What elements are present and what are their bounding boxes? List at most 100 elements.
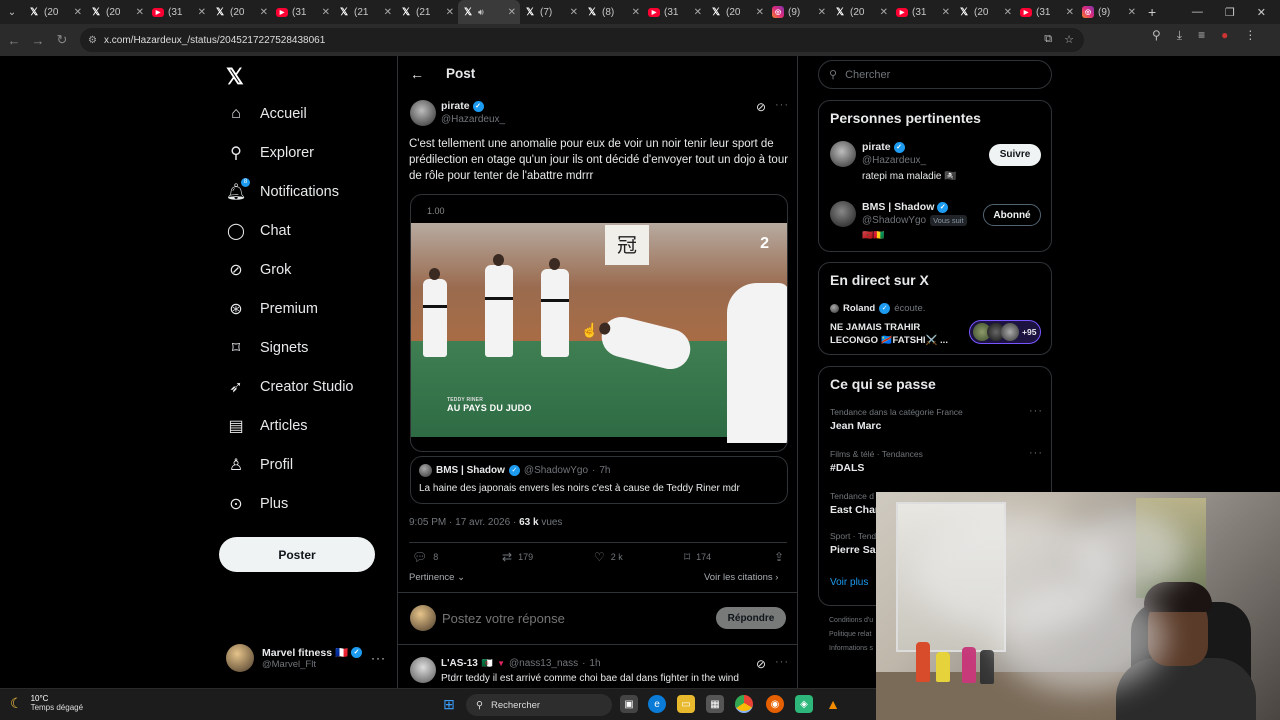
footer-link[interactable]: Informations s xyxy=(829,642,873,656)
author-name[interactable]: pirate xyxy=(441,100,470,112)
browser-tab[interactable]: 𝕏 🔊︎ ✕ xyxy=(458,0,520,24)
reload-icon[interactable]: ↻ xyxy=(50,32,74,48)
repost-button[interactable]: ⇄ 179 xyxy=(502,550,594,564)
weather-widget[interactable]: ☾ 10°C Temps dégagé xyxy=(10,694,83,712)
vlc-icon[interactable]: ▲ xyxy=(824,695,842,713)
browser-tab[interactable]: 𝕏 (21 ✕ xyxy=(334,0,396,24)
space-title[interactable]: NE JAMAIS TRAHIR LECONGO 🇨🇩FATSHI⚔️ ... xyxy=(830,321,962,347)
tab-close-icon[interactable]: ✕ xyxy=(1066,7,1074,18)
tab-list-button[interactable]: ⌄ xyxy=(0,0,24,24)
browser-tab[interactable]: 𝕏 (8) ✕ xyxy=(582,0,644,24)
share-button[interactable]: ⇪ xyxy=(774,550,784,564)
nav-item-creator-studio[interactable]: ➶ Creator Studio xyxy=(226,377,353,397)
browser-tab[interactable]: ▶ (31 ✕ xyxy=(148,0,210,24)
tab-close-icon[interactable]: ✕ xyxy=(1128,7,1136,18)
quotes-link[interactable]: Voir les citations › xyxy=(704,572,778,583)
bookmark-button[interactable]: ⌑ 174 xyxy=(684,550,774,564)
trend-more-icon[interactable]: ··· xyxy=(1029,405,1043,417)
tab-close-icon[interactable]: ✕ xyxy=(880,7,888,18)
back-arrow-icon[interactable]: ← xyxy=(410,66,424,82)
tab-close-icon[interactable]: ✕ xyxy=(74,7,82,18)
browser-tab[interactable]: ▶ (31 ✕ xyxy=(1016,0,1078,24)
firefox-icon[interactable]: ◉ xyxy=(766,695,784,713)
reply-button[interactable]: 💬︎ 8 xyxy=(412,550,502,564)
edge-icon[interactable]: e xyxy=(648,695,666,713)
nav-item-accueil[interactable]: ⌂ Accueil xyxy=(226,104,307,124)
reply-submit-button[interactable]: Répondre xyxy=(716,607,786,629)
tab-close-icon[interactable]: ✕ xyxy=(818,7,826,18)
task-view-icon[interactable]: ▣ xyxy=(620,695,638,713)
like-button[interactable]: ♡ 2 k xyxy=(594,550,684,564)
tab-close-icon[interactable]: ✕ xyxy=(322,7,330,18)
trend-item[interactable]: Tendance dans la catégorie France Jean Ma… xyxy=(830,407,963,432)
browser-tab[interactable]: ◎ (9) ✕ xyxy=(1078,0,1140,24)
browser-tab[interactable]: ◎ (9) ✕ xyxy=(768,0,830,24)
show-more-link[interactable]: Voir plus xyxy=(830,577,868,588)
tab-close-icon[interactable]: ✕ xyxy=(508,7,516,18)
trend-item[interactable]: Tendance d East Chan xyxy=(830,491,881,516)
trend-item[interactable]: Films & télé · Tendances #DALS xyxy=(830,449,923,474)
trend-more-icon[interactable]: ··· xyxy=(1029,447,1043,459)
browser-tab[interactable]: 𝕏 (21 ✕ xyxy=(396,0,458,24)
avatar[interactable] xyxy=(830,141,856,167)
nav-item-grok[interactable]: ⊘ Grok xyxy=(226,260,291,280)
maximize-icon[interactable]: ❐ xyxy=(1225,6,1235,19)
new-tab-button[interactable]: + xyxy=(1140,4,1164,20)
tab-close-icon[interactable]: ✕ xyxy=(632,7,640,18)
profile-icon[interactable]: ● xyxy=(1221,28,1228,43)
tab-close-icon[interactable]: ✕ xyxy=(756,7,764,18)
taskbar-search[interactable]: ⚲ Rechercher xyxy=(466,694,612,716)
tab-close-icon[interactable]: ✕ xyxy=(1004,7,1012,18)
browser-tab[interactable]: ▶ (31 ✕ xyxy=(272,0,334,24)
close-icon[interactable]: ✕ xyxy=(1257,6,1266,19)
nav-item-chat[interactable]: ◯ Chat xyxy=(226,221,291,241)
search-bar[interactable]: ⚲ Chercher xyxy=(818,60,1052,89)
following-button[interactable]: Abonné xyxy=(983,204,1041,226)
tab-close-icon[interactable]: ✕ xyxy=(570,7,578,18)
nav-item-signets[interactable]: ⌑ Signets xyxy=(226,338,308,358)
playback-speed[interactable]: 1.00 xyxy=(427,206,445,216)
avatar[interactable] xyxy=(830,201,856,227)
file-explorer-icon[interactable]: ▭ xyxy=(677,695,695,713)
forward-icon[interactable]: → xyxy=(26,33,50,48)
person-name[interactable]: pirate xyxy=(862,141,891,153)
reply-avatar[interactable] xyxy=(410,657,436,683)
tab-close-icon[interactable]: ✕ xyxy=(136,7,144,18)
nav-item-premium[interactable]: ⊛ Premium xyxy=(226,299,318,319)
browser-tab[interactable]: 𝕏 (20 ✕ xyxy=(24,0,86,24)
video-player[interactable]: 1.00 冠 2 TEDDY RINER AU PAYS DU JUDO ☝ xyxy=(410,194,788,452)
back-icon[interactable]: ← xyxy=(2,33,26,48)
tab-close-icon[interactable]: ✕ xyxy=(198,7,206,18)
tab-close-icon[interactable]: ✕ xyxy=(384,7,392,18)
media-icon[interactable]: ≡ xyxy=(1198,28,1205,43)
site-info-icon[interactable]: ⚙ xyxy=(88,35,97,46)
grok-icon[interactable]: ⊘ xyxy=(756,657,766,671)
more-options-icon[interactable]: ··· xyxy=(775,99,789,111)
browser-tab[interactable]: ▶ (31 ✕ xyxy=(892,0,954,24)
nav-item-notifications[interactable]: 🔔︎ 8 Notifications xyxy=(226,178,339,202)
reply-input[interactable] xyxy=(442,607,702,629)
live-host[interactable]: Roland ✓ écoute. xyxy=(830,303,925,314)
account-switcher[interactable]: Marvel fitness 🇫🇷 ✓ @Marvel_Flt ··· xyxy=(226,643,386,673)
follow-button[interactable]: Suivre xyxy=(989,144,1041,166)
browser-tab[interactable]: 𝕏 (20 ✕ xyxy=(706,0,768,24)
space-listeners[interactable]: +95 xyxy=(969,320,1041,344)
install-app-icon[interactable]: ⧉ xyxy=(1044,33,1052,46)
nav-item-articles[interactable]: ▤ Articles xyxy=(226,416,307,436)
reply-author-name[interactable]: L'AS-13 xyxy=(441,658,478,669)
post-button[interactable]: Poster xyxy=(219,537,375,572)
nav-item-profil[interactable]: ♙ Profil xyxy=(226,455,293,475)
more-icon[interactable]: ··· xyxy=(371,651,386,665)
minimize-icon[interactable]: — xyxy=(1192,6,1203,18)
speaker-icon[interactable]: 🔊︎ xyxy=(478,7,484,18)
store-icon[interactable]: ▦ xyxy=(706,695,724,713)
tab-close-icon[interactable]: ✕ xyxy=(694,7,702,18)
x-logo-icon[interactable]: 𝕏 xyxy=(226,64,244,90)
tab-close-icon[interactable]: ✕ xyxy=(446,7,454,18)
tab-close-icon[interactable]: ✕ xyxy=(260,7,268,18)
person-name[interactable]: BMS | Shadow xyxy=(862,201,934,213)
url-field[interactable]: ⚙ x.com/Hazardeux_/status/20452172275284… xyxy=(80,28,1084,52)
sort-dropdown[interactable]: Pertinence ⌄ xyxy=(409,572,465,583)
post-timestamp[interactable]: 9:05 PM · 17 avr. 2026 · xyxy=(409,517,516,528)
tab-close-icon[interactable]: ✕ xyxy=(942,7,950,18)
